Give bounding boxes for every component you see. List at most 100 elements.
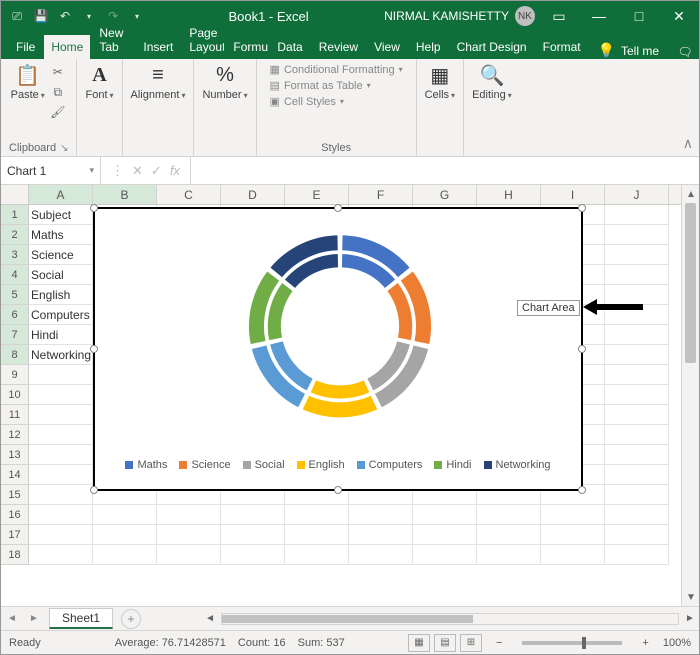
legend-item[interactable]: English <box>297 459 345 471</box>
cell-J14[interactable] <box>605 465 669 485</box>
conditional-formatting-button[interactable]: ▦Conditional Formatting▾ <box>270 63 403 76</box>
cell-A14[interactable] <box>29 465 93 485</box>
cell-styles-button[interactable]: ▣Cell Styles▾ <box>270 95 403 108</box>
cell-I16[interactable] <box>541 505 605 525</box>
cell-D16[interactable] <box>221 505 285 525</box>
cell-G18[interactable] <box>413 545 477 565</box>
row-header-3[interactable]: 3 <box>1 245 29 265</box>
chart-object[interactable]: MathsScienceSocialEnglishComputersHindiN… <box>93 207 583 491</box>
cell-J10[interactable] <box>605 385 669 405</box>
cell-A11[interactable] <box>29 405 93 425</box>
cell-G16[interactable] <box>413 505 477 525</box>
cell-J2[interactable] <box>605 225 669 245</box>
row-header-5[interactable]: 5 <box>1 285 29 305</box>
cell-I18[interactable] <box>541 545 605 565</box>
chevron-down-icon[interactable]: ▾ <box>89 165 94 176</box>
row-header-17[interactable]: 17 <box>1 525 29 545</box>
vscroll-thumb[interactable] <box>685 203 696 363</box>
cell-E17[interactable] <box>285 525 349 545</box>
cell-C18[interactable] <box>157 545 221 565</box>
tab-home[interactable]: Home <box>44 35 90 59</box>
font-button[interactable]: A Font <box>85 63 113 101</box>
scroll-up-icon[interactable]: ▲ <box>682 185 699 203</box>
cell-A8[interactable]: Networking <box>29 345 93 365</box>
row-header-14[interactable]: 14 <box>1 465 29 485</box>
clipboard-dialog-launcher[interactable]: ↘ <box>60 143 68 154</box>
view-page-layout-icon[interactable]: ▤ <box>434 634 456 652</box>
cell-D18[interactable] <box>221 545 285 565</box>
cell-H16[interactable] <box>477 505 541 525</box>
cell-H18[interactable] <box>477 545 541 565</box>
cell-A2[interactable]: Maths <box>29 225 93 245</box>
cell-J15[interactable] <box>605 485 669 505</box>
cell-A13[interactable] <box>29 445 93 465</box>
row-header-11[interactable]: 11 <box>1 405 29 425</box>
tab-view[interactable]: View <box>367 35 407 59</box>
sheet-nav-next[interactable]: ► <box>23 613 45 624</box>
tab-pagelayout[interactable]: Page Layout <box>182 21 224 59</box>
cancel-formula-icon[interactable]: ✕ <box>132 163 143 179</box>
row-header-13[interactable]: 13 <box>1 445 29 465</box>
cell-J1[interactable] <box>605 205 669 225</box>
cell-E18[interactable] <box>285 545 349 565</box>
add-sheet-button[interactable]: + <box>121 609 141 629</box>
resize-handle-sw[interactable] <box>90 486 98 494</box>
cell-A12[interactable] <box>29 425 93 445</box>
col-header-D[interactable]: D <box>221 185 285 204</box>
cell-A6[interactable]: Computers <box>29 305 93 325</box>
resize-handle-ne[interactable] <box>578 204 586 212</box>
row-header-9[interactable]: 9 <box>1 365 29 385</box>
qat-dropdown-icon[interactable]: ▾ <box>127 6 147 26</box>
cell-J18[interactable] <box>605 545 669 565</box>
undo-icon[interactable]: ↶ <box>55 6 75 26</box>
cell-A16[interactable] <box>29 505 93 525</box>
scroll-right-icon[interactable]: ► <box>681 610 699 628</box>
cell-A4[interactable]: Social <box>29 265 93 285</box>
row-header-8[interactable]: 8 <box>1 345 29 365</box>
row-header-2[interactable]: 2 <box>1 225 29 245</box>
zoom-level[interactable]: 100% <box>663 637 691 649</box>
cell-J11[interactable] <box>605 405 669 425</box>
sheet-tab-active[interactable]: Sheet1 <box>49 608 113 629</box>
resize-handle-nw[interactable] <box>90 204 98 212</box>
legend-item[interactable]: Computers <box>357 459 423 471</box>
minimize-button[interactable]: — <box>579 1 619 31</box>
tab-review[interactable]: Review <box>312 35 365 59</box>
cell-A9[interactable] <box>29 365 93 385</box>
tab-file[interactable]: File <box>9 35 42 59</box>
resize-handle-s[interactable] <box>334 486 342 494</box>
vertical-scrollbar[interactable]: ▲ ▼ <box>681 185 699 606</box>
cell-J7[interactable] <box>605 325 669 345</box>
redo-icon[interactable]: ↷ <box>103 6 123 26</box>
formula-bar[interactable] <box>190 157 699 184</box>
save-icon[interactable]: 💾 <box>31 6 51 26</box>
horizontal-scrollbar[interactable]: ◄ ► <box>201 610 699 628</box>
col-header-G[interactable]: G <box>413 185 477 204</box>
zoom-out-button[interactable]: − <box>496 637 502 649</box>
legend-item[interactable]: Social <box>243 459 285 471</box>
autosave-icon[interactable]: ⎚ <box>7 6 27 26</box>
cell-A1[interactable]: Subject <box>29 205 93 225</box>
doughnut-chart[interactable] <box>95 209 585 453</box>
cell-J8[interactable] <box>605 345 669 365</box>
col-header-E[interactable]: E <box>285 185 349 204</box>
resize-handle-e[interactable] <box>578 345 586 353</box>
cell-A10[interactable] <box>29 385 93 405</box>
cell-D17[interactable] <box>221 525 285 545</box>
legend-item[interactable]: Hindi <box>434 459 471 471</box>
cell-H17[interactable] <box>477 525 541 545</box>
legend-item[interactable]: Science <box>179 459 230 471</box>
chart-legend[interactable]: MathsScienceSocialEnglishComputersHindiN… <box>95 453 581 477</box>
cell-C16[interactable] <box>157 505 221 525</box>
sheet-nav-prev[interactable]: ◄ <box>1 613 23 624</box>
cell-J4[interactable] <box>605 265 669 285</box>
number-button[interactable]: % Number <box>202 63 247 101</box>
row-header-6[interactable]: 6 <box>1 305 29 325</box>
accept-formula-icon[interactable]: ✓ <box>151 163 162 179</box>
close-button[interactable]: ✕ <box>659 1 699 31</box>
tab-new[interactable]: New Tab <box>92 21 134 59</box>
cell-A7[interactable]: Hindi <box>29 325 93 345</box>
zoom-slider[interactable] <box>522 641 622 645</box>
collapse-ribbon-icon[interactable]: ∧ <box>683 135 693 152</box>
fx-icon[interactable]: fx <box>170 163 180 178</box>
